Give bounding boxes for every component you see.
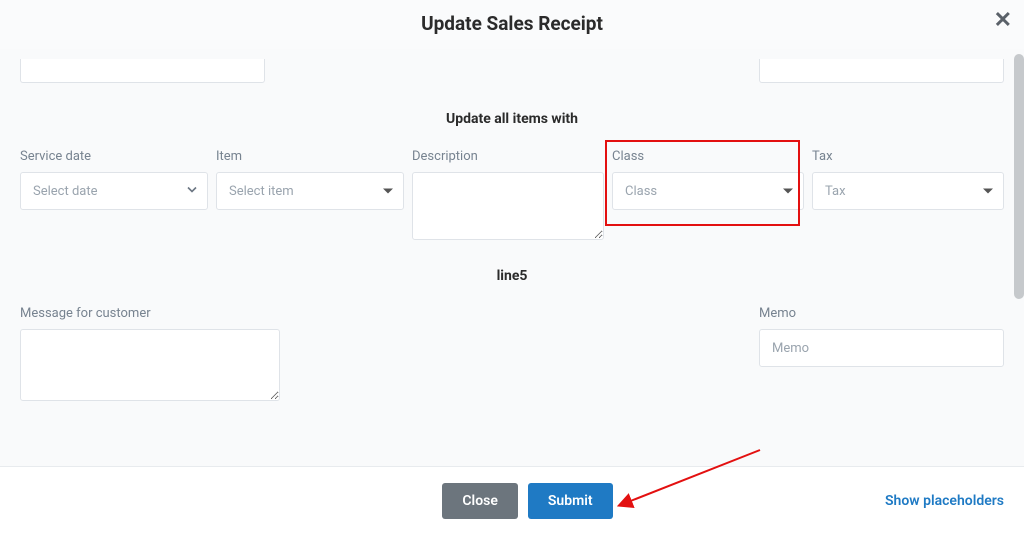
- caret-down-icon: [383, 189, 393, 194]
- update-items-row: Service date Select date Item Select ite…: [20, 149, 1004, 240]
- section-title-line5: line5: [20, 268, 1004, 284]
- modal-title: Update Sales Receipt: [20, 12, 1004, 35]
- service-date-label: Service date: [20, 149, 208, 164]
- close-button[interactable]: Close: [442, 483, 517, 519]
- truncated-field-right: [759, 59, 1004, 83]
- show-placeholders-link[interactable]: Show placeholders: [885, 493, 1004, 509]
- tax-label: Tax: [812, 149, 1004, 164]
- footer-buttons: Close Submit: [170, 483, 885, 519]
- service-date-placeholder: Select date: [33, 184, 98, 199]
- class-field: Class Class: [612, 149, 804, 210]
- item-field: Item Select item: [216, 149, 404, 210]
- class-label: Class: [612, 149, 804, 164]
- description-textarea[interactable]: [412, 172, 604, 240]
- submit-button[interactable]: Submit: [528, 483, 613, 519]
- service-date-select[interactable]: Select date: [20, 172, 208, 210]
- memo-input[interactable]: [759, 329, 1004, 367]
- section-title-update-items: Update all items with: [20, 111, 1004, 127]
- update-sales-receipt-modal: Update Sales Receipt ✕ Update all items …: [0, 0, 1024, 535]
- memo-label: Memo: [759, 306, 1004, 321]
- chevron-down-icon: [187, 184, 197, 199]
- tax-placeholder: Tax: [825, 184, 846, 199]
- class-select[interactable]: Class: [612, 172, 804, 210]
- tax-select[interactable]: Tax: [812, 172, 1004, 210]
- caret-down-icon: [983, 189, 993, 194]
- item-placeholder: Select item: [229, 184, 294, 199]
- modal-header: Update Sales Receipt ✕: [0, 0, 1024, 49]
- truncated-field-left: [20, 59, 265, 83]
- item-select[interactable]: Select item: [216, 172, 404, 210]
- caret-down-icon: [783, 189, 793, 194]
- memo-field: Memo: [759, 306, 1004, 367]
- message-field: Message for customer: [20, 306, 280, 405]
- truncated-previous-row: [20, 49, 1004, 83]
- close-icon[interactable]: ✕: [994, 10, 1012, 32]
- service-date-field: Service date Select date: [20, 149, 208, 210]
- modal-footer: Close Submit Show placeholders: [0, 466, 1024, 535]
- description-label: Description: [412, 149, 604, 164]
- item-label: Item: [216, 149, 404, 164]
- description-field: Description: [412, 149, 604, 240]
- line5-row: Message for customer Memo: [20, 306, 1004, 405]
- tax-field: Tax Tax: [812, 149, 1004, 210]
- class-placeholder: Class: [625, 184, 657, 199]
- modal-body: Update all items with Service date Selec…: [0, 49, 1024, 494]
- message-label: Message for customer: [20, 306, 280, 321]
- scrollbar-thumb[interactable]: [1014, 54, 1024, 299]
- message-textarea[interactable]: [20, 329, 280, 401]
